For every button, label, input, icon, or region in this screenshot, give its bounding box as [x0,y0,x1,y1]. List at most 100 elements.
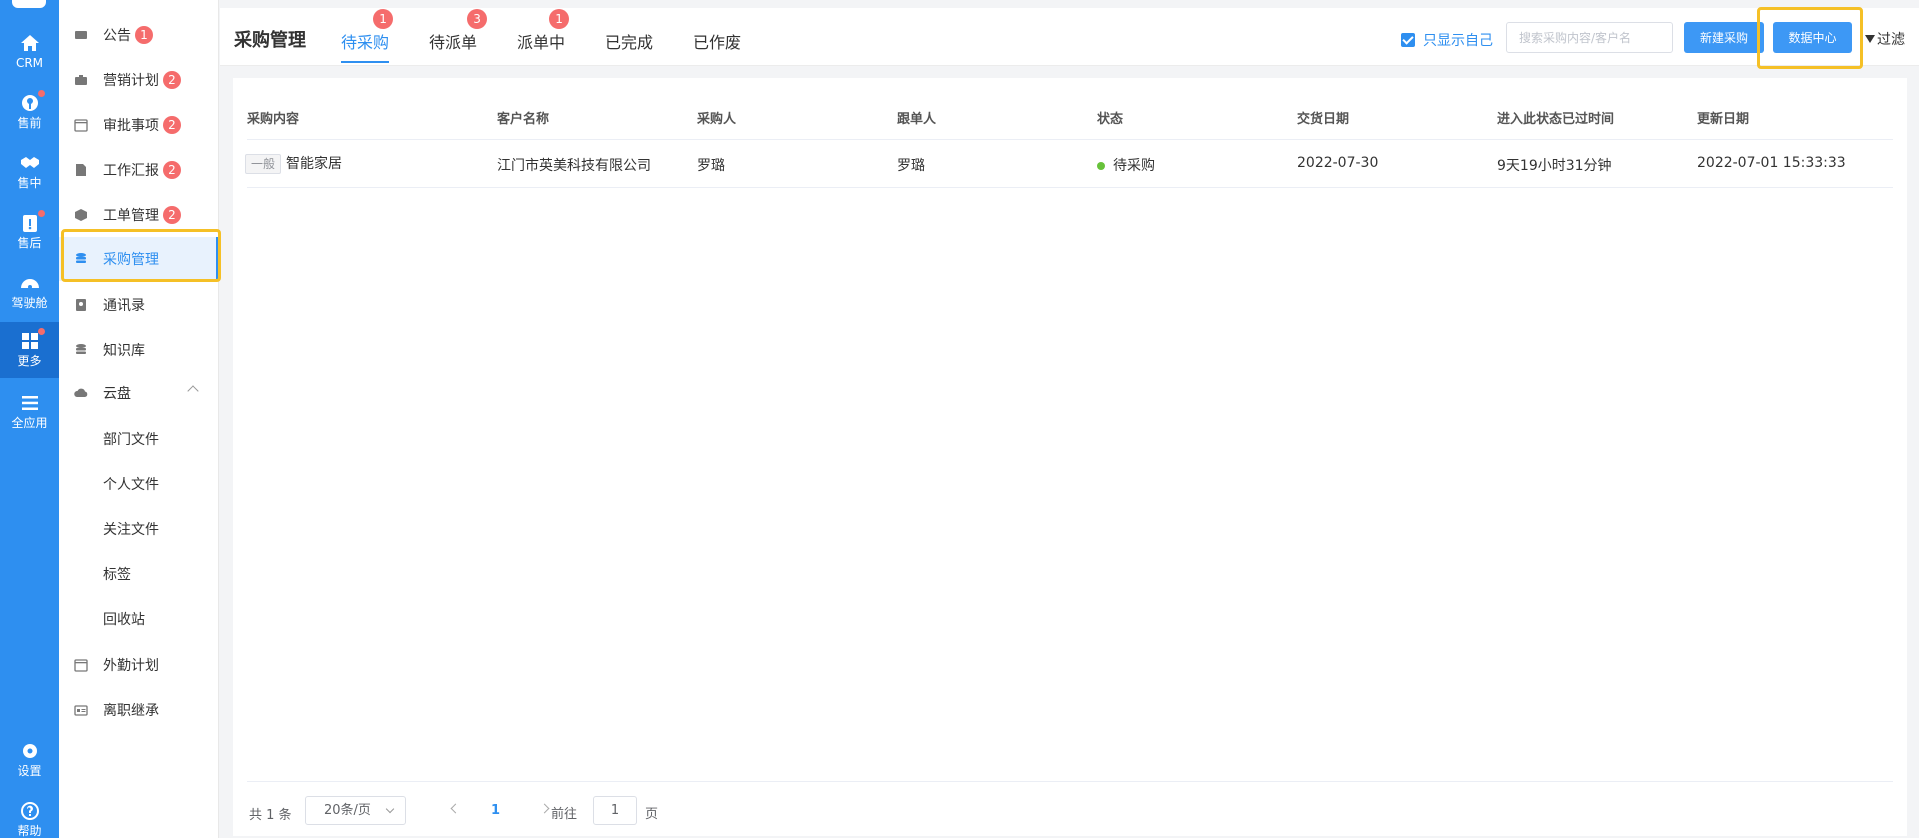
new-purchase-button[interactable]: 新建采购 [1684,22,1764,53]
rail-label: 售前 [17,116,42,130]
page-unit-label: 页 [645,807,659,822]
notification-dot [37,328,45,335]
dashboard-icon [19,272,41,294]
rail-item-help[interactable]: 帮助 [0,792,59,838]
menu-item-resign-inherit[interactable]: 离职继承 [59,688,219,732]
column-header[interactable]: 更新日期 [1697,108,1749,127]
data-center-button[interactable]: 数据中心 [1773,22,1852,53]
document-icon [73,162,89,178]
page-size-select[interactable]: 20条/页 [305,796,406,825]
total-count: 共 1 条 [249,808,292,823]
menu-item-procurement[interactable]: 采购管理 [59,237,219,281]
menu-item-knowledge-base[interactable]: 知识库 [59,328,219,372]
menu-item-approval[interactable]: 审批事项 2 [59,103,219,147]
tab-dispatching[interactable]: 派单中 1 [517,9,570,53]
tab-badge: 3 [467,9,488,29]
cell-delivery-date: 2022-07-30 [1297,155,1379,171]
column-header[interactable]: 进入此状态已过时间 [1497,108,1614,127]
rail-label: 设置 [17,764,42,778]
rail-item-aftersale[interactable]: 售后 [0,204,59,262]
rail-item-more[interactable]: 更多 [0,322,59,378]
cell-content[interactable]: 一般 智能家居 [245,153,342,174]
notification-dot [37,210,45,217]
column-header[interactable]: 客户名称 [497,108,549,127]
menu-item-dept-files[interactable]: 部门文件 [59,417,219,461]
checkbox-checked-icon[interactable] [1401,33,1415,47]
column-header[interactable]: 状态 [1097,108,1123,127]
priority-tag: 一般 [245,154,282,174]
app-rail: CRM 售前 售中 售后 驾驶舱 更多 全应用 设置 帮助 [0,0,59,838]
database-icon [73,342,89,358]
rail-label: 全应用 [11,416,48,430]
grid-icon [19,328,45,352]
only-self-checkbox[interactable]: 只显示自己 [1401,30,1493,50]
menu-item-recycle-bin[interactable]: 回收站 [59,597,219,641]
app-logo [12,0,46,8]
menu-item-work-order[interactable]: 工单管理 2 [59,193,219,237]
rail-label: 售后 [17,236,42,250]
chevron-up-icon [187,385,199,397]
help-icon [19,800,41,822]
calendar-icon [73,117,89,133]
column-header[interactable]: 采购人 [697,108,736,127]
secondary-menu: 公告 1 营销计划 2 审批事项 2 工作汇报 2 工单管理 2 采购管理 通讯录 知识库… [59,0,219,838]
menu-badge: 2 [163,116,181,134]
menu-item-field-plan[interactable]: 外勤计划 [59,643,219,687]
menu-badge: 2 [163,71,181,89]
tab-voided[interactable]: 已作废 [693,29,741,53]
id-card-icon [73,702,89,718]
menu-item-notice[interactable]: 公告 1 [59,13,219,57]
notice-icon [73,27,89,43]
cell-status: 待采购 [1097,155,1155,175]
rail-item-crm[interactable]: CRM [0,24,59,82]
tab-badge: 1 [549,9,570,29]
rail-label: 驾驶舱 [11,296,48,310]
table-header: 采购内容 客户名称 采购人 跟单人 状态 交货日期 进入此状态已过时间 更新日期 [247,92,1893,140]
tab-completed[interactable]: 已完成 [605,29,653,53]
cell-elapsed: 9天19小时31分钟 [1497,158,1612,174]
table-row[interactable]: 一般 智能家居 江门市英美科技有限公司 罗璐 罗璐 待采购 2022-07-30 … [245,140,1893,188]
page-number-current[interactable]: 1 [491,803,500,818]
search-input[interactable] [1506,22,1673,53]
page-title: 采购管理 [234,30,306,51]
menu-item-tags[interactable]: 标签 [59,552,219,596]
menu-badge: 2 [163,206,181,224]
tab-badge: 1 [373,9,394,29]
menu-item-followed-files[interactable]: 关注文件 [59,507,219,551]
column-header[interactable]: 跟单人 [897,108,936,127]
tab-pending-dispatch[interactable]: 待派单 3 [429,9,488,53]
menu-badge: 2 [163,161,181,179]
menu-item-marketing-plan[interactable]: 营销计划 2 [59,58,219,102]
column-header[interactable]: 采购内容 [247,108,299,127]
rail-label: CRM [15,56,44,70]
goto-page-input[interactable] [593,796,637,825]
home-icon [19,32,41,54]
rail-item-insale[interactable]: 售中 [0,144,59,202]
column-header[interactable]: 交货日期 [1297,108,1349,127]
menu-item-work-report[interactable]: 工作汇报 2 [59,148,219,192]
gear-icon [19,740,41,762]
rail-item-settings[interactable]: 设置 [0,732,59,790]
cloud-icon [73,385,89,401]
chevron-down-icon [385,804,395,814]
rail-label: 帮助 [17,824,42,838]
rail-item-presale[interactable]: 售前 [0,84,59,142]
rail-item-cockpit[interactable]: 驾驶舱 [0,264,59,322]
rail-item-all-apps[interactable]: 全应用 [0,384,59,442]
menu-item-personal-files[interactable]: 个人文件 [59,462,219,506]
pagination: 共 1 条 20条/页 1 前往 页 [247,781,1893,837]
pin-icon [19,90,45,114]
calendar-icon [73,657,89,673]
rail-label: 更多 [17,354,42,368]
filter-button[interactable]: 过滤 [1865,29,1905,49]
next-page-button[interactable] [541,800,551,820]
rail-label: 售中 [17,176,42,190]
prev-page-button[interactable] [449,800,459,820]
menu-item-cloud-disk[interactable]: 云盘 [59,371,219,415]
goto-label: 前往 [551,807,578,822]
notification-dot [37,90,45,97]
menu-item-contacts[interactable]: 通讯录 [59,283,219,327]
tab-pending-purchase[interactable]: 待采购 1 [341,9,394,63]
top-bar: 采购管理 待采购 1 待派单 3 派单中 1 已完成 已作废 只显示自己 新建采… [220,8,1919,66]
menu-badge: 1 [135,26,153,44]
